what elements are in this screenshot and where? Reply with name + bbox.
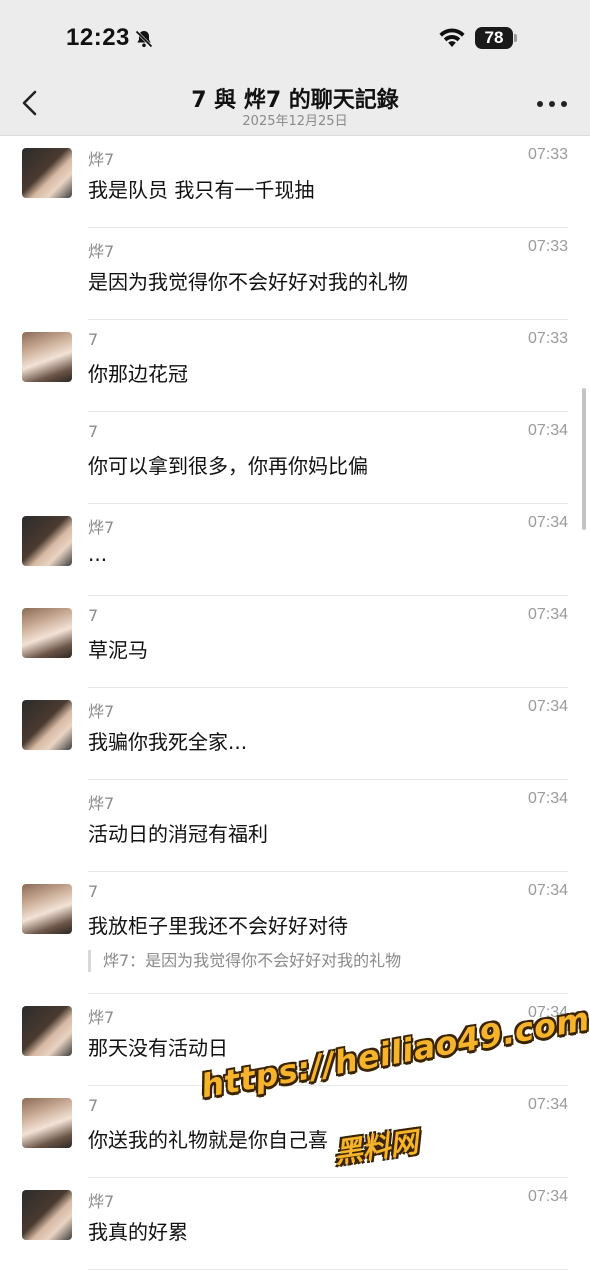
message-row[interactable]: 烨7 07:34 活动日的消冠有福利 xyxy=(88,780,568,872)
avatar[interactable] xyxy=(22,516,72,566)
message-row[interactable]: 7 07:34 草泥马 xyxy=(22,596,568,688)
message-row[interactable]: 7 07:33 你那边花冠 xyxy=(22,320,568,412)
message-text: 草泥马 xyxy=(88,638,148,662)
bell-off-icon xyxy=(135,30,153,48)
message-row[interactable]: 7 07:34 我放柜子里我还不会好好对待烨7：是因为我觉得你不会好好对我的礼物 xyxy=(22,872,568,994)
message-text: 我骗你我死全家... xyxy=(88,730,248,754)
scrollbar[interactable] xyxy=(582,388,586,530)
status-bar: 12:23 78 xyxy=(0,0,590,72)
wifi-icon xyxy=(439,28,465,47)
ellipsis-icon[interactable] xyxy=(534,96,570,112)
message-time: 07:34 xyxy=(527,514,568,531)
message-sender: 烨7 xyxy=(88,150,115,169)
message-time: 07:33 xyxy=(527,330,568,347)
message-sender: 烨7 xyxy=(88,518,115,537)
avatar[interactable] xyxy=(22,1190,72,1240)
avatar[interactable] xyxy=(22,148,72,198)
battery-icon: 78 xyxy=(475,27,513,49)
message-time: 07:34 xyxy=(527,1004,568,1021)
avatar[interactable] xyxy=(22,608,72,658)
message-row[interactable]: 烨7 07:33 是因为我觉得你不会好好对我的礼物 xyxy=(88,228,568,320)
message-time: 07:34 xyxy=(527,790,568,807)
message-sender: 7 xyxy=(88,606,99,625)
nav-bar: 7 與 烨7 的聊天記錄 2025年12月25日 xyxy=(0,72,590,136)
message-time: 07:34 xyxy=(527,1096,568,1113)
avatar[interactable] xyxy=(22,700,72,750)
message-time: 07:33 xyxy=(527,238,568,255)
message-row[interactable]: 7 07:34 你可以拿到很多，你再你妈比偏 xyxy=(88,412,568,504)
message-sender: 烨7 xyxy=(88,702,115,721)
message-sender: 7 xyxy=(88,422,99,441)
avatar[interactable] xyxy=(22,1098,72,1148)
message-sender: 7 xyxy=(88,882,99,901)
message-text: 我是队员 我只有一千现抽 xyxy=(88,178,315,202)
message-row[interactable]: 烨7 07:34 那天没有活动日 xyxy=(22,994,568,1086)
message-text: 我放柜子里我还不会好好对待 xyxy=(88,914,348,938)
message-text: 你送我的礼物就是你自己喜 xyxy=(88,1128,328,1152)
message-row[interactable]: 烨7 07:34 我真的好累 xyxy=(22,1178,568,1270)
message-sender: 7 xyxy=(88,1096,99,1115)
message-sender: 烨7 xyxy=(88,1008,115,1027)
message-list[interactable]: 烨7 07:33 我是队员 我只有一千现抽 烨7 07:33 是因为我觉得你不会好好对我的… xyxy=(0,136,590,1280)
message-row[interactable]: 7 07:34 你送我的礼物就是你自己喜 xyxy=(22,1086,568,1178)
message-text: 我真的好累 xyxy=(88,1220,188,1244)
message-sender: 烨7 xyxy=(88,1192,115,1211)
status-time: 12:23 xyxy=(66,24,130,51)
message-row[interactable]: 烨7 07:34... xyxy=(22,504,568,596)
message-text: 活动日的消冠有福利 xyxy=(88,822,268,846)
message-text: 是因为我觉得你不会好好对我的礼物 xyxy=(88,270,408,294)
avatar[interactable] xyxy=(22,1006,72,1056)
message-time: 07:34 xyxy=(527,698,568,715)
avatar[interactable] xyxy=(22,332,72,382)
message-time: 07:34 xyxy=(527,1188,568,1205)
message-time: 07:34 xyxy=(527,882,568,899)
message-row[interactable]: 烨7 07:34 我骗你我死全家... xyxy=(22,688,568,780)
message-sender: 烨7 xyxy=(88,794,115,813)
message-text: 你那边花冠 xyxy=(88,362,188,386)
avatar[interactable] xyxy=(22,884,72,934)
message-time: 07:34 xyxy=(527,606,568,623)
message-time: 07:33 xyxy=(527,146,568,163)
page-subtitle: 2025年12月25日 xyxy=(242,114,348,129)
battery-cap xyxy=(514,34,517,42)
message-text: ... xyxy=(88,542,108,566)
message-row[interactable]: 烨7 07:33 我是队员 我只有一千现抽 xyxy=(22,136,568,228)
message-sender: 烨7 xyxy=(88,242,115,261)
message-time: 07:34 xyxy=(527,422,568,439)
message-sender: 7 xyxy=(88,330,99,349)
message-text: 那天没有活动日 xyxy=(88,1036,228,1060)
quoted-reply[interactable]: 烨7：是因为我觉得你不会好好对我的礼物 xyxy=(88,950,401,972)
message-text: 你可以拿到很多，你再你妈比偏 xyxy=(88,454,368,478)
